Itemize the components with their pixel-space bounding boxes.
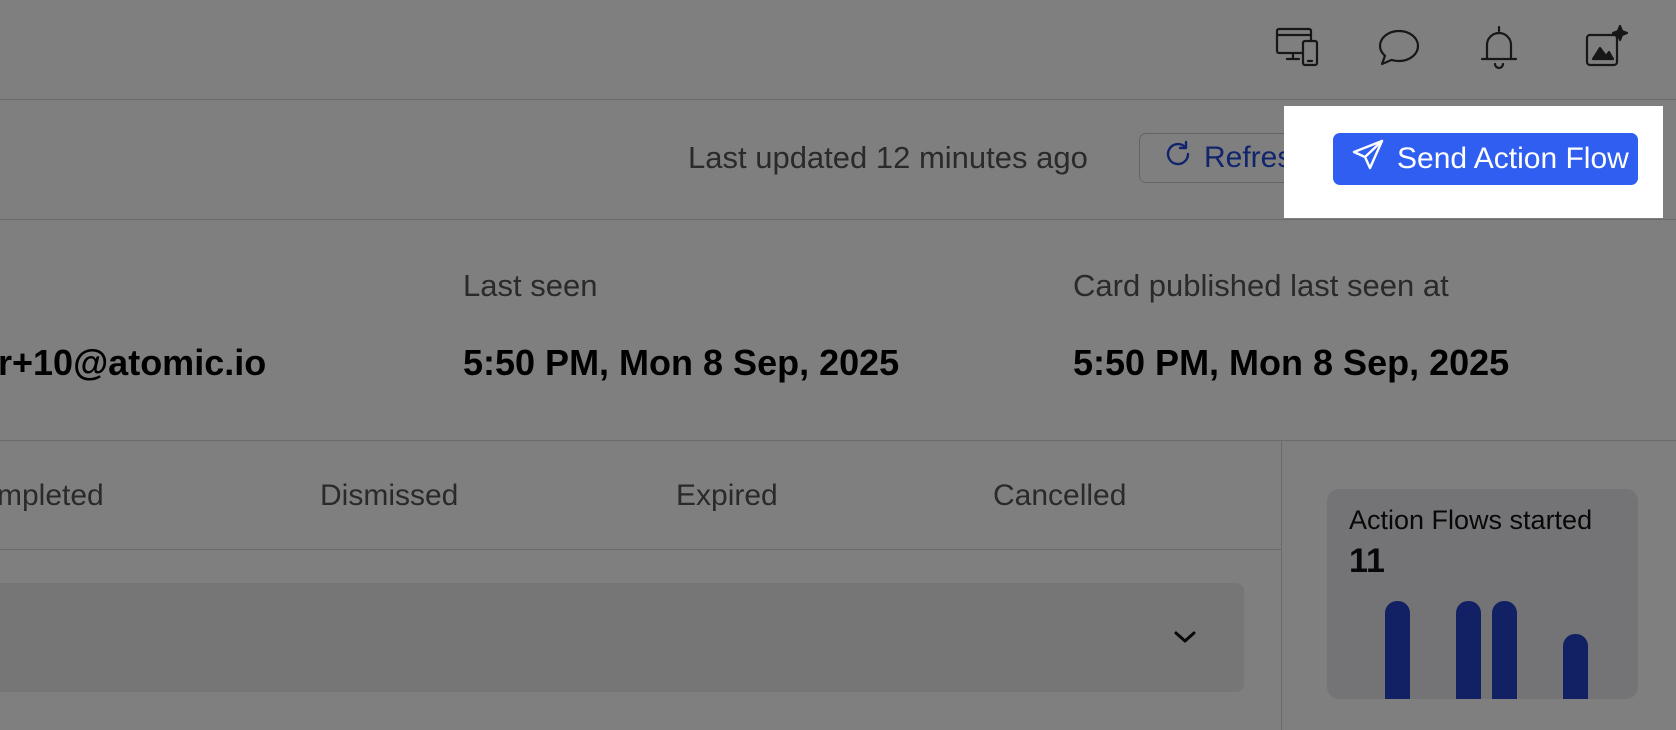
panel-divider <box>1281 441 1282 730</box>
card-published-value: 5:50 PM, Mon 8 Sep, 2025 <box>1073 342 1510 383</box>
card-published-label: Card published last seen at <box>1073 268 1449 303</box>
page: Last updated 12 minutes ago Refresh r+10… <box>0 0 1676 730</box>
tab-expired[interactable]: Expired <box>676 479 778 513</box>
stat-label: Action Flows started <box>1349 505 1593 535</box>
last-updated-text: Last updated 12 minutes ago <box>688 140 1088 175</box>
last-seen-label: Last seen <box>463 268 598 303</box>
chat-icon[interactable] <box>1374 22 1424 72</box>
info-row <box>0 220 1676 441</box>
top-bar <box>0 0 1676 100</box>
chevron-down-icon[interactable] <box>1170 622 1200 652</box>
send-label: Send Action Flow <box>1397 142 1629 175</box>
send-action-flow-button[interactable]: Send Action Flow <box>1333 133 1638 185</box>
chart-bar <box>1385 601 1410 699</box>
devices-icon[interactable] <box>1272 22 1322 72</box>
refresh-icon <box>1162 138 1194 178</box>
user-email: r+10@atomic.io <box>0 342 267 383</box>
last-seen-value: 5:50 PM, Mon 8 Sep, 2025 <box>463 342 900 383</box>
tab-completed[interactable]: mpleted <box>0 479 104 513</box>
send-icon <box>1351 138 1385 180</box>
action-flows-started-card: Action Flows started 11 <box>1327 489 1638 699</box>
tab-dismissed[interactable]: Dismissed <box>320 479 458 513</box>
chart-bar <box>1456 601 1481 699</box>
stat-value: 11 <box>1349 542 1385 580</box>
chart-bar <box>1491 601 1517 699</box>
sparkle-profile-icon[interactable] <box>1580 22 1630 72</box>
chart-bar <box>1562 633 1588 699</box>
bell-icon[interactable] <box>1474 22 1524 72</box>
tab-cancelled[interactable]: Cancelled <box>993 479 1126 513</box>
expand-panel[interactable] <box>0 583 1244 692</box>
